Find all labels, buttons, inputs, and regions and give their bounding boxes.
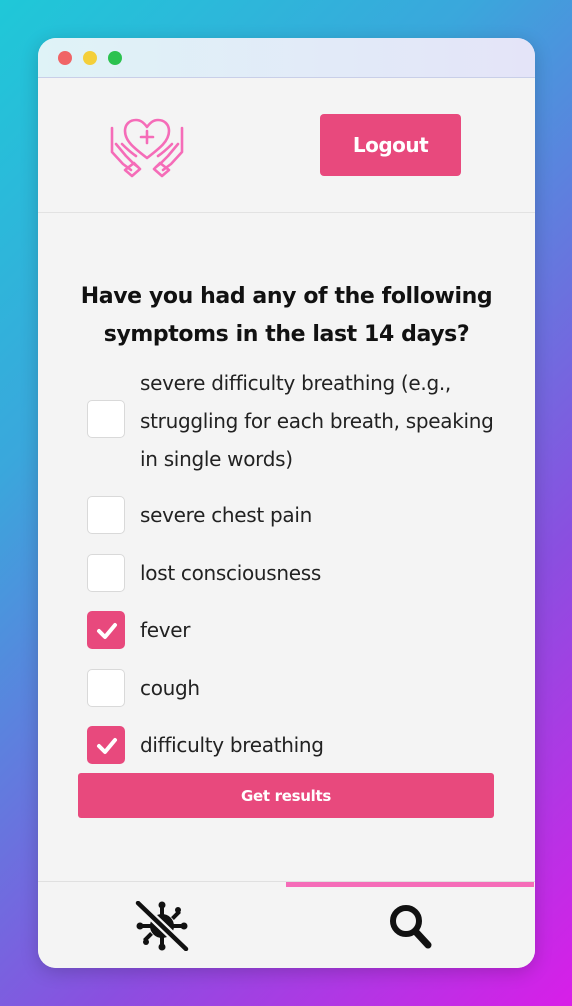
search-icon: [390, 905, 432, 949]
symptom-option[interactable]: severe chest pain: [87, 496, 515, 534]
symptom-option[interactable]: fever: [87, 611, 515, 649]
symptom-label: fever: [140, 618, 191, 642]
symptom-label: lost consciousness: [140, 561, 322, 585]
symptom-label: difficulty breathing: [140, 733, 324, 757]
symptom-checkbox[interactable]: [87, 611, 125, 649]
get-results-button[interactable]: Get results: [78, 773, 494, 818]
virus-slash-icon: [134, 901, 190, 951]
symptoms-question: Have you had any of the following sympto…: [80, 284, 493, 347]
tab-search[interactable]: [286, 882, 534, 968]
symptom-checkbox[interactable]: [87, 669, 125, 707]
minimize-window-button[interactable]: [83, 51, 97, 65]
symptom-option[interactable]: lost consciousness: [87, 554, 515, 592]
symptom-checkbox[interactable]: [87, 726, 125, 764]
symptom-checkbox[interactable]: [87, 496, 125, 534]
app-window: Logout Have you had any of the following…: [38, 38, 535, 968]
logout-button[interactable]: Logout: [320, 114, 461, 176]
app-header: Logout: [38, 78, 535, 213]
bottom-nav: [38, 881, 535, 968]
maximize-window-button[interactable]: [108, 51, 122, 65]
tab-symptoms[interactable]: [38, 882, 286, 968]
symptom-option[interactable]: severe difficulty breathing (e.g., strug…: [87, 364, 515, 478]
symptom-checkbox[interactable]: [87, 554, 125, 592]
checkmark-icon: [97, 623, 117, 639]
symptom-label: severe chest pain: [140, 503, 312, 527]
symptom-label: cough: [140, 676, 200, 700]
close-window-button[interactable]: [58, 51, 72, 65]
symptom-option[interactable]: cough: [87, 669, 515, 707]
symptom-option[interactable]: difficulty breathing: [87, 726, 515, 764]
symptom-checkbox[interactable]: [87, 400, 125, 438]
symptom-label: severe difficulty breathing (e.g., strug…: [140, 371, 494, 471]
checkmark-icon: [97, 738, 117, 754]
title-bar: [38, 38, 535, 78]
hands-heart-care-icon: [110, 118, 184, 178]
